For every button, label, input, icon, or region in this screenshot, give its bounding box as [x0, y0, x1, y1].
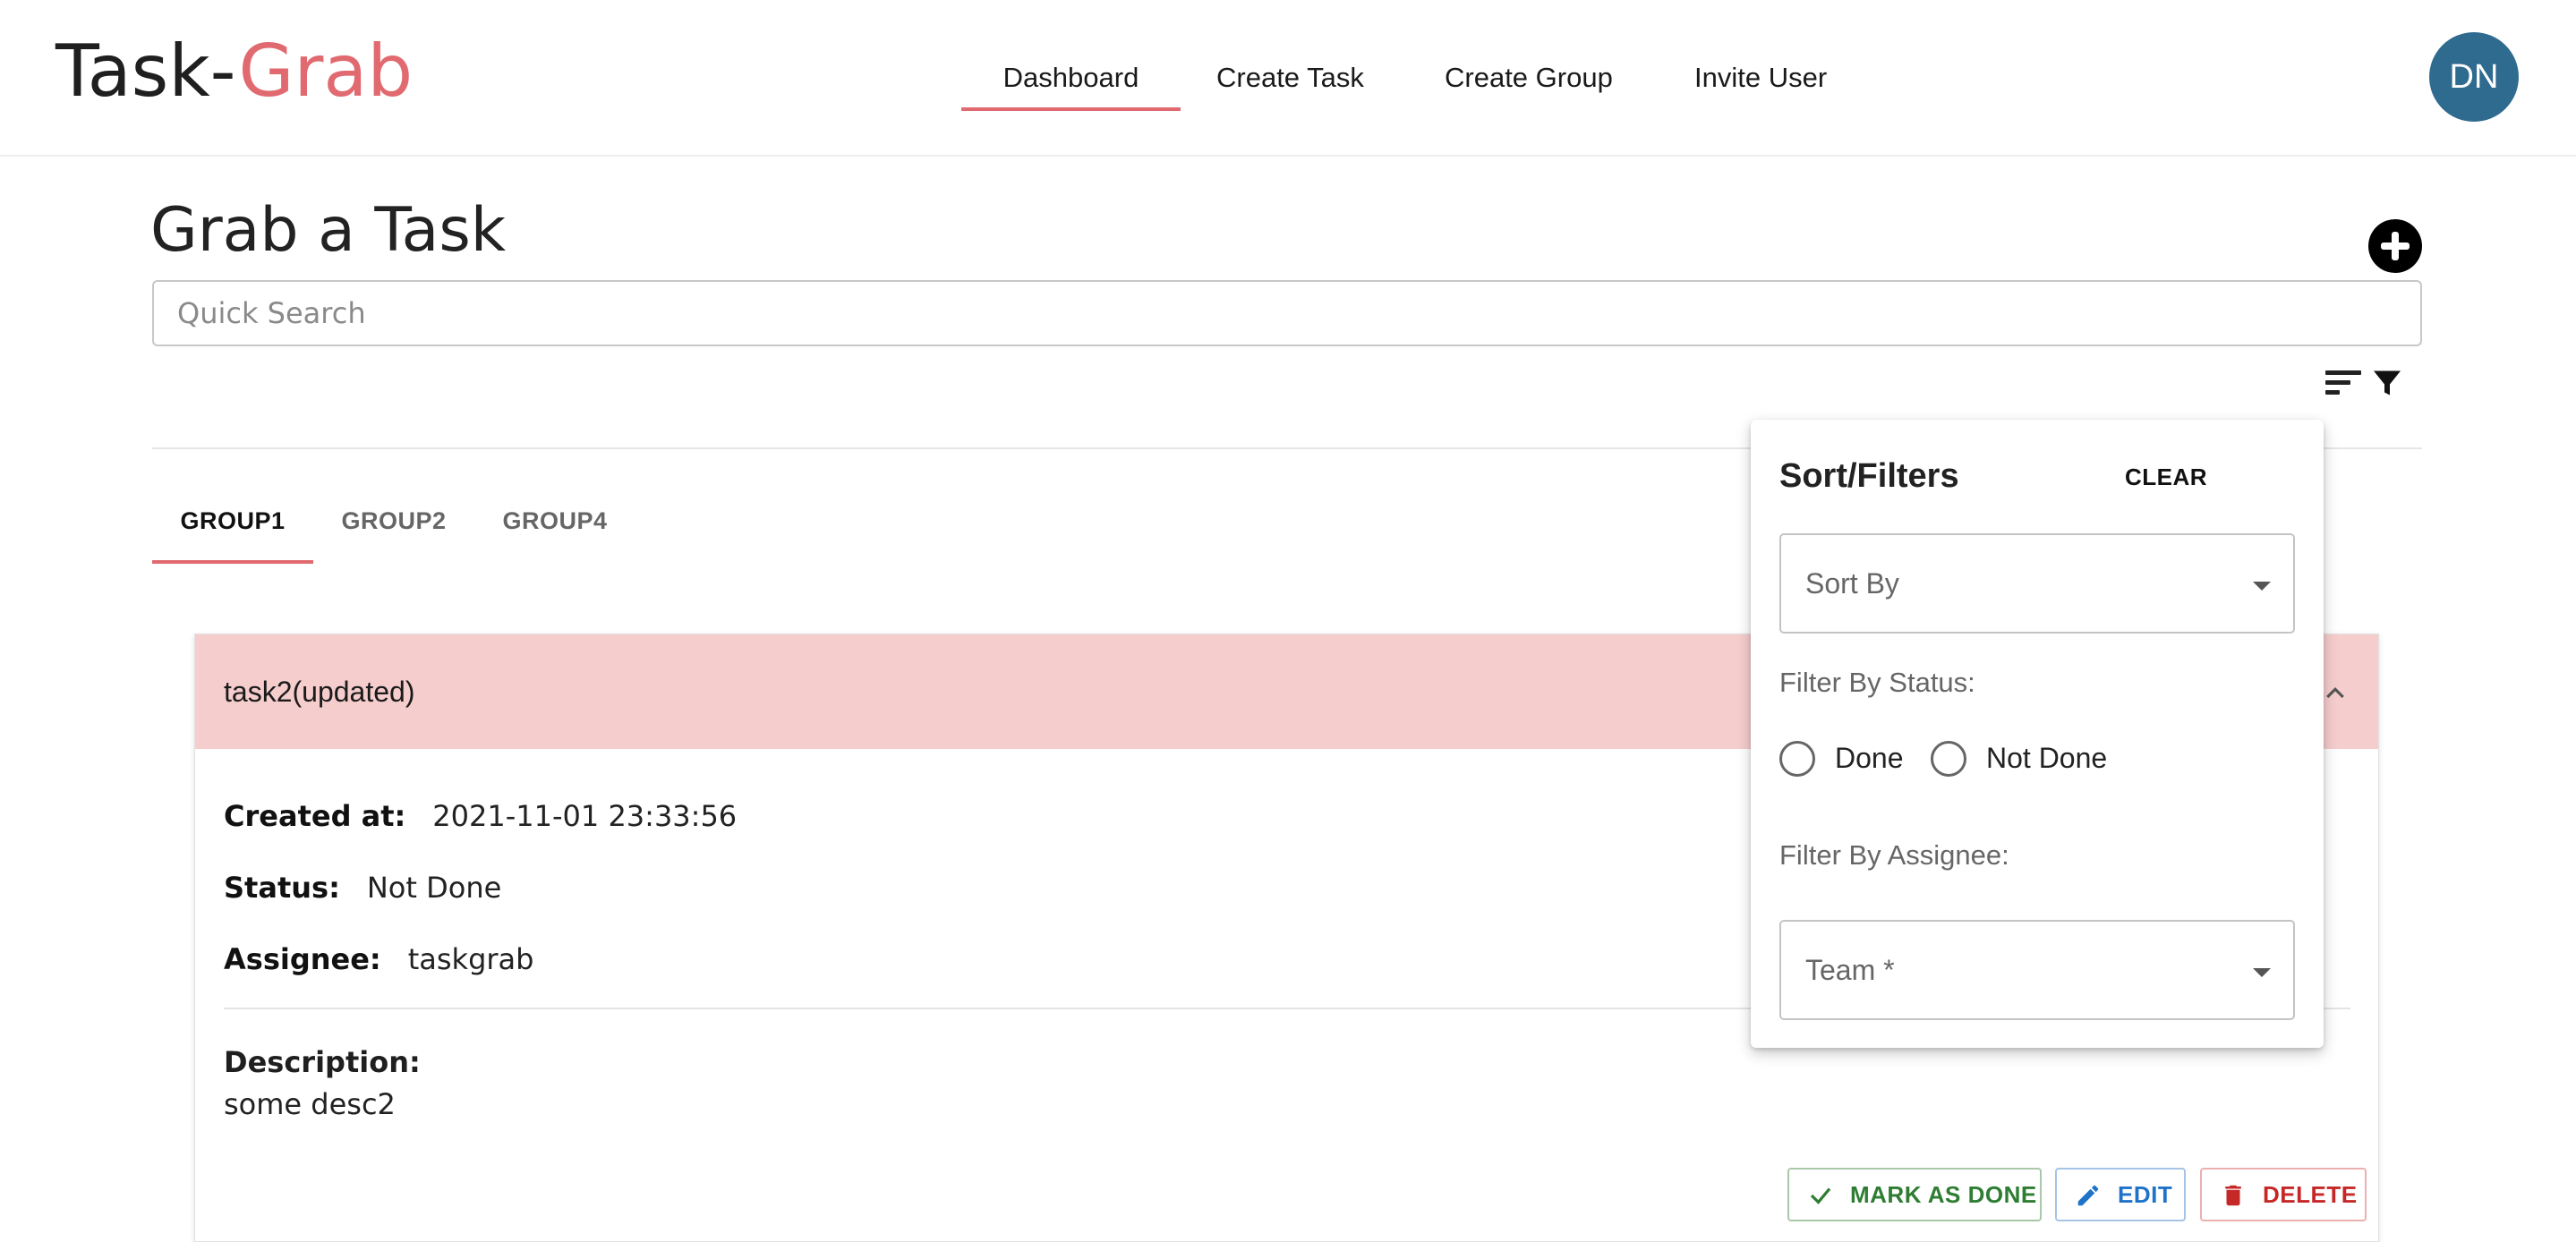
radio-unchecked-icon	[1931, 741, 1966, 777]
filter-assignee-label: Filter By Assignee:	[1779, 839, 2009, 871]
created-at-value: 2021-11-01 23:33:56	[432, 799, 738, 833]
sort-by-label: Sort By	[1805, 567, 1899, 600]
nav-item-dashboard[interactable]: Dashboard	[961, 54, 1181, 111]
mark-as-done-button[interactable]: MARK AS DONE	[1787, 1168, 2042, 1221]
filter-status-label: Filter By Status:	[1779, 667, 1975, 698]
assignee-label: Assignee:	[224, 942, 381, 976]
status-row: Status: Not Done	[224, 868, 501, 907]
status-radio-not-done-label: Not Done	[1986, 742, 2108, 774]
filter-icon[interactable]	[2370, 367, 2404, 399]
quick-search-input[interactable]	[152, 280, 2422, 346]
caret-down-icon	[2253, 968, 2271, 977]
team-select[interactable]: Team *	[1779, 920, 2295, 1020]
sort-by-select[interactable]: Sort By	[1779, 533, 2295, 634]
edit-button[interactable]: EDIT	[2055, 1168, 2186, 1221]
created-at-label: Created at:	[224, 799, 406, 833]
sort-icon[interactable]	[2325, 369, 2361, 397]
app-logo[interactable]: Task-Grab	[55, 27, 413, 116]
assignee-value: taskgrab	[407, 942, 534, 976]
created-at-row: Created at: 2021-11-01 23:33:56	[224, 796, 737, 836]
tab-group2[interactable]: GROUP2	[333, 494, 455, 564]
delete-label: DELETE	[2263, 1181, 2358, 1208]
delete-button[interactable]: DELETE	[2200, 1168, 2367, 1221]
tab-group4[interactable]: GROUP4	[494, 494, 616, 564]
nav-item-create-group[interactable]: Create Group	[1445, 54, 1613, 111]
top-app-bar: Task-Grab Dashboard Create Task Create G…	[0, 0, 2576, 157]
caret-down-icon	[2253, 582, 2271, 591]
user-avatar[interactable]: DN	[2429, 32, 2519, 122]
nav-item-invite-user[interactable]: Invite User	[1694, 54, 1827, 111]
status-radio-done[interactable]: Done	[1779, 736, 1904, 780]
task-title: task2(updated)	[224, 676, 415, 708]
description-label: Description:	[224, 1045, 421, 1079]
page-title: Grab a Task	[150, 195, 507, 266]
sort-filters-popover: Sort/Filters CLEAR Sort By Filter By Sta…	[1751, 420, 2324, 1048]
tab-group1[interactable]: GROUP1	[152, 494, 313, 564]
radio-unchecked-icon	[1779, 741, 1815, 777]
logo-text-task: Task-	[55, 30, 239, 113]
status-radio-not-done[interactable]: Not Done	[1931, 736, 2107, 780]
logo-text-grab: Grab	[238, 30, 414, 113]
chevron-up-icon[interactable]	[2322, 679, 2349, 706]
clear-button[interactable]: CLEAR	[2116, 457, 2216, 497]
assignee-row: Assignee: taskgrab	[224, 940, 533, 979]
status-label: Status:	[224, 871, 340, 905]
mark-as-done-label: MARK AS DONE	[1850, 1181, 2037, 1208]
status-radio-done-label: Done	[1835, 742, 1904, 774]
edit-label: EDIT	[2118, 1181, 2173, 1208]
pencil-icon	[2077, 1185, 2099, 1206]
plus-circle-icon[interactable]	[2368, 219, 2422, 273]
popover-title: Sort/Filters	[1779, 457, 1959, 495]
trash-icon	[2225, 1185, 2241, 1206]
check-icon	[1810, 1187, 1831, 1204]
status-value: Not Done	[366, 871, 502, 905]
description-text: some desc2	[224, 1087, 396, 1121]
nav-item-create-task[interactable]: Create Task	[1216, 54, 1364, 111]
team-select-label: Team *	[1805, 954, 1895, 986]
